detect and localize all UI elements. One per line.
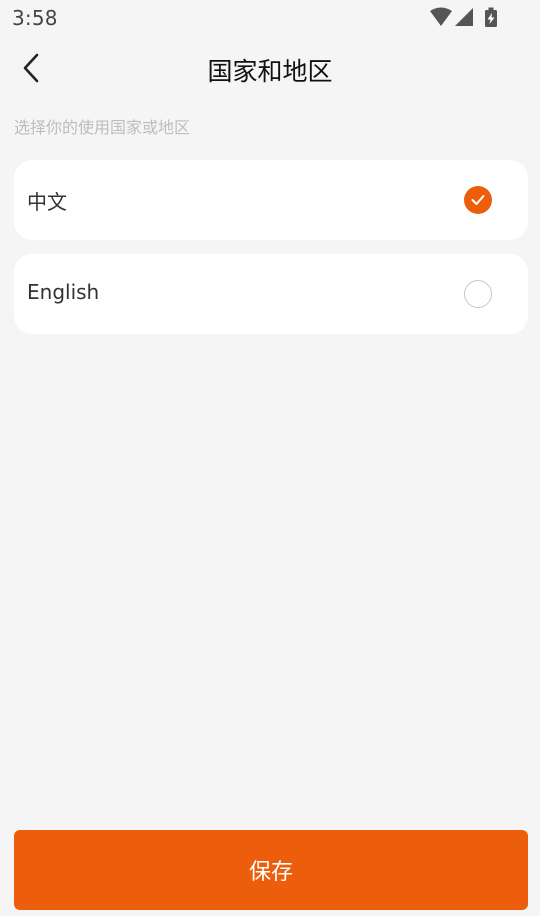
option-english[interactable]: English xyxy=(14,254,528,334)
wifi-icon xyxy=(430,7,452,26)
option-label: English xyxy=(27,280,100,304)
header: 国家和地区 xyxy=(0,40,540,96)
save-button[interactable]: 保存 xyxy=(14,830,528,910)
radio-checked[interactable] xyxy=(464,186,492,214)
option-chinese[interactable]: 中文 xyxy=(14,160,528,240)
option-label: 中文 xyxy=(27,190,67,214)
status-icons xyxy=(430,7,500,27)
battery-charging-icon xyxy=(485,7,497,27)
status-bar: 3:58 xyxy=(0,0,540,36)
checkmark-icon xyxy=(471,195,485,205)
status-time: 3:58 xyxy=(12,6,58,30)
page-title: 国家和地区 xyxy=(207,57,333,86)
hint-text: 选择你的使用国家或地区 xyxy=(14,118,191,137)
cell-signal-icon xyxy=(455,8,473,26)
radio-unchecked[interactable] xyxy=(464,280,492,308)
screen: 3:58 国家和地区 选择你的使用国家或地区 中文 English 保存 xyxy=(0,0,540,916)
